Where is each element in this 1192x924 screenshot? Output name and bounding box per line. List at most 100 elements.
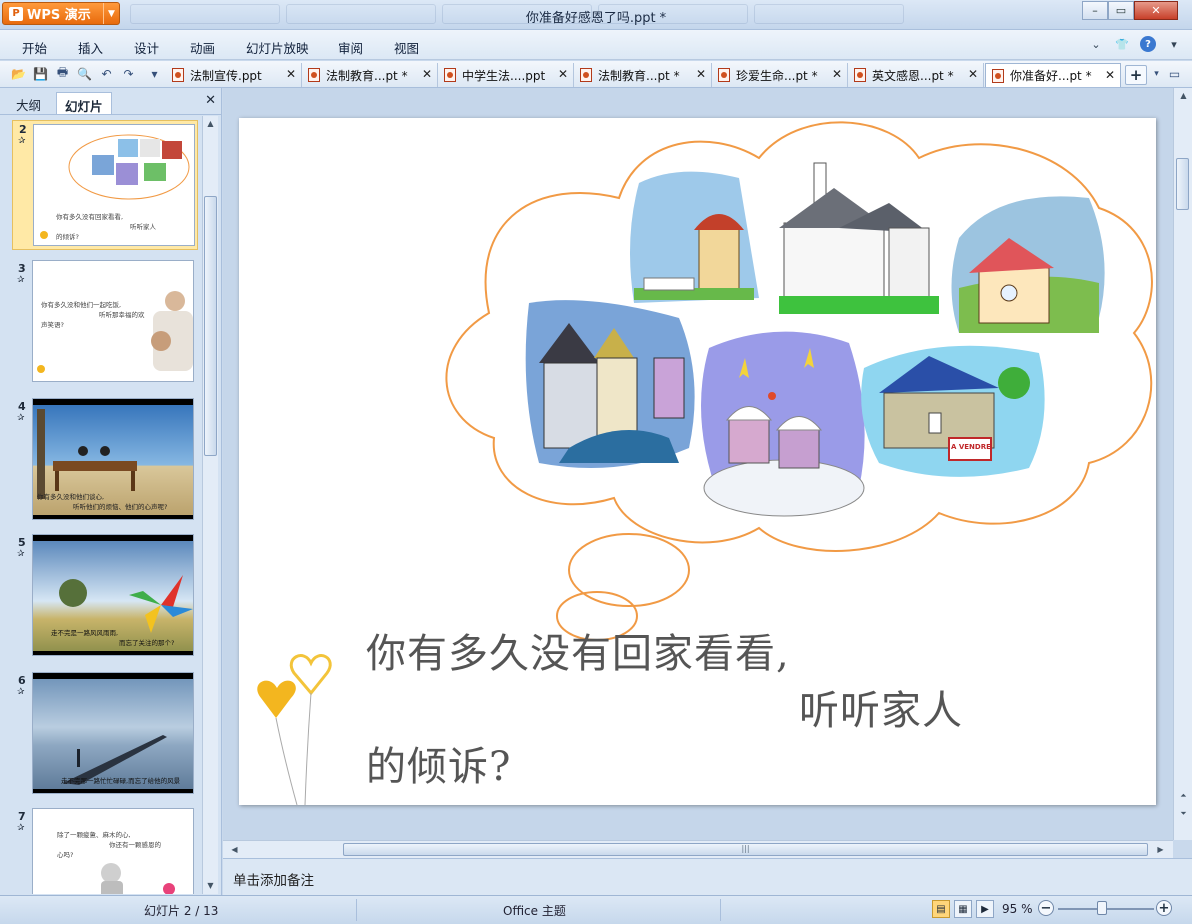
ppt-file-icon xyxy=(854,68,866,82)
slide-thumbnail[interactable]: 6 ✰ 走不完那一路忙忙碌碌,而忘了给他的风景 xyxy=(0,672,202,796)
skin-shirt-icon[interactable]: 👕 xyxy=(1114,36,1130,52)
slide-sorter-icon[interactable]: ▦ xyxy=(954,900,972,918)
minimize-button[interactable]: – xyxy=(1082,1,1108,20)
scrollbar-thumb[interactable] xyxy=(1176,158,1189,210)
slide-number: 4 xyxy=(18,400,26,413)
thumbnail-text: 听听家人 xyxy=(130,223,156,231)
menu-slideshow[interactable]: 幻灯片放映 xyxy=(246,38,309,57)
menu-insert[interactable]: 插入 xyxy=(78,38,103,57)
slide-caption-line1[interactable]: 你有多久没有回家看看, xyxy=(366,621,790,679)
next-slide-icon[interactable]: ⏷ xyxy=(1176,806,1191,821)
doc-tab-label: 法制教育...pt * xyxy=(598,68,680,83)
slide-thumbnail[interactable]: 7 ✰ 除了一颗疲惫、麻木的心, 你还有一颗感恩的 心吗? xyxy=(0,808,202,894)
menu-design[interactable]: 设计 xyxy=(134,38,159,57)
quick-access-dropdown-icon[interactable]: ▾ xyxy=(146,65,163,82)
notes-pane[interactable]: 单击添加备注 xyxy=(223,858,1192,895)
animation-star-icon: ✰ xyxy=(18,136,26,146)
thumbnail-text: 走不完是一路风风雨雨, xyxy=(51,629,119,637)
thumbnail-preview: 走不完是一路风风雨雨, 而忘了关注的那个? xyxy=(32,534,194,656)
scroll-left-icon[interactable]: ◀ xyxy=(227,842,242,857)
help-dropdown-icon[interactable]: ▾ xyxy=(1166,36,1182,52)
zoom-in-icon[interactable]: + xyxy=(1156,900,1172,916)
slide-number: 2 xyxy=(19,123,27,136)
close-tab-icon[interactable]: ✕ xyxy=(558,67,568,81)
close-tab-icon[interactable]: ✕ xyxy=(286,67,296,81)
slide-number: 7 xyxy=(18,810,26,823)
close-window-button[interactable]: ✕ xyxy=(1134,1,1178,20)
scroll-right-icon[interactable]: ▶ xyxy=(1153,842,1168,857)
doc-tab[interactable]: 珍爱生命...pt * ✕ xyxy=(712,63,848,87)
clipart-row-houses xyxy=(525,300,695,468)
slide-thumbnail[interactable]: 2 ✰ 你有多久没有回家看看, 听听家人 的倾诉? xyxy=(12,120,198,250)
scrollbar-thumb[interactable]: ||| xyxy=(343,843,1148,856)
scroll-up-icon[interactable]: ▲ xyxy=(1176,88,1191,103)
thumbnail-text: 走不完那一路忙忙碌碌,而忘了给他的风景 xyxy=(61,777,181,785)
scroll-up-icon[interactable]: ▲ xyxy=(203,116,218,131)
slide-caption-line2[interactable]: 听听家人 xyxy=(799,678,963,736)
redo-icon[interactable]: ↷ xyxy=(120,65,137,82)
slide-number: 3 xyxy=(18,262,26,275)
editor-vertical-scrollbar[interactable]: ▲ ⏶ ⏷ xyxy=(1173,88,1192,840)
slide-thumbnail[interactable]: 3 ✰ 你有多久没和他们一起吃饭, 听听那幸福的欢 声笑语? xyxy=(0,260,202,384)
clipart-fantasy-house xyxy=(630,171,759,303)
pane-tabs: 大纲 幻灯片 ✕ xyxy=(0,88,222,115)
menu-review[interactable]: 审阅 xyxy=(338,38,363,57)
thumbnail-text: 你有多久没和他们一起吃饭, xyxy=(41,301,122,309)
zoom-slider-knob[interactable] xyxy=(1097,901,1107,915)
close-tab-icon[interactable]: ✕ xyxy=(422,67,432,81)
normal-view-icon[interactable]: ▤ xyxy=(932,900,950,918)
close-tab-icon[interactable]: ✕ xyxy=(696,67,706,81)
print-preview-icon[interactable]: 🔍 xyxy=(76,65,93,82)
tab-list-dropdown-icon[interactable]: ▾ xyxy=(1148,65,1165,82)
menu-animation[interactable]: 动画 xyxy=(190,38,215,57)
notes-placeholder[interactable]: 单击添加备注 xyxy=(233,869,314,889)
close-tab-icon[interactable]: ✕ xyxy=(1105,68,1115,82)
tile-windows-icon[interactable]: ▭ xyxy=(1166,65,1183,82)
theme-name: Office 主题 xyxy=(503,904,566,918)
menu-home[interactable]: 开始 xyxy=(22,38,47,57)
new-tab-button[interactable]: + xyxy=(1125,65,1147,85)
menu-bar: 开始 插入 设计 动画 幻灯片放映 审阅 视图 ⌄ 👕 ? ▾ xyxy=(0,30,1192,60)
thumbnail-photo-pinwheel xyxy=(33,535,193,655)
editor-horizontal-scrollbar[interactable]: ◀ ||| ▶ xyxy=(223,840,1173,858)
thumbnail-text: 听听那幸福的欢 xyxy=(99,311,145,319)
thumbnail-photo-bench xyxy=(33,399,193,519)
collapse-ribbon-icon[interactable]: ⌄ xyxy=(1088,36,1104,52)
doc-tab[interactable]: 英文感恩...pt * ✕ xyxy=(848,63,984,87)
slide-thumbnail[interactable]: 5 ✰ 走不完是一路风风雨雨, 而忘了关注的那个? xyxy=(0,534,202,658)
doc-tab[interactable]: 法制教育...pt * ✕ xyxy=(574,63,712,87)
zoom-out-icon[interactable]: − xyxy=(1038,900,1054,916)
doc-tab-label: 中学生法....ppt xyxy=(462,68,546,83)
help-icon[interactable]: ? xyxy=(1140,36,1156,52)
slideshow-view-icon[interactable]: ▶ xyxy=(976,900,994,918)
doc-tab-active[interactable]: 你准备好...pt * ✕ xyxy=(985,63,1121,87)
slides-pane-scrollbar[interactable]: ▲ ▼ xyxy=(202,116,218,894)
close-tab-icon[interactable]: ✕ xyxy=(832,67,842,81)
save-icon[interactable]: 💾 xyxy=(32,65,49,82)
doc-tab[interactable]: 法制宣传.ppt ✕ xyxy=(166,63,302,87)
scrollbar-thumb[interactable] xyxy=(204,196,217,456)
close-tab-icon[interactable]: ✕ xyxy=(968,67,978,81)
animation-star-icon: ✰ xyxy=(17,275,25,285)
doc-tab-label: 珍爱生命...pt * xyxy=(736,68,818,83)
clipart-white-house xyxy=(779,162,939,314)
scroll-down-icon[interactable]: ▼ xyxy=(203,878,218,893)
animation-star-icon: ✰ xyxy=(17,413,25,423)
window-title: 你准备好感恩了吗.ppt * xyxy=(525,11,667,26)
slide-number: 5 xyxy=(18,536,26,549)
slide-caption-line3[interactable]: 的倾诉? xyxy=(366,734,511,792)
menu-view[interactable]: 视图 xyxy=(394,38,419,57)
maximize-button[interactable]: ▭ xyxy=(1108,1,1134,20)
prev-slide-icon[interactable]: ⏶ xyxy=(1176,788,1191,803)
print-icon[interactable]: 🖶 xyxy=(54,65,71,82)
slide-thumbnail[interactable]: 4 ✰ 你有多久没和他们谈心, 听听他们的烦恼、他们的心声呢? xyxy=(0,398,202,522)
close-pane-icon[interactable]: ✕ xyxy=(205,93,216,108)
open-folder-icon[interactable]: 📂 xyxy=(10,65,27,82)
undo-icon[interactable]: ↶ xyxy=(98,65,115,82)
thumbnail-text: 而忘了关注的那个? xyxy=(119,639,175,647)
doc-tab[interactable]: 法制教育...pt * ✕ xyxy=(302,63,438,87)
tab-outline[interactable]: 大纲 xyxy=(8,92,49,114)
tab-slides[interactable]: 幻灯片 xyxy=(56,92,112,114)
slide-canvas[interactable]: A VENDRE 你有多久没有回家看看, 听听家人 的倾诉? xyxy=(239,118,1156,805)
doc-tab[interactable]: 中学生法....ppt ✕ xyxy=(438,63,574,87)
